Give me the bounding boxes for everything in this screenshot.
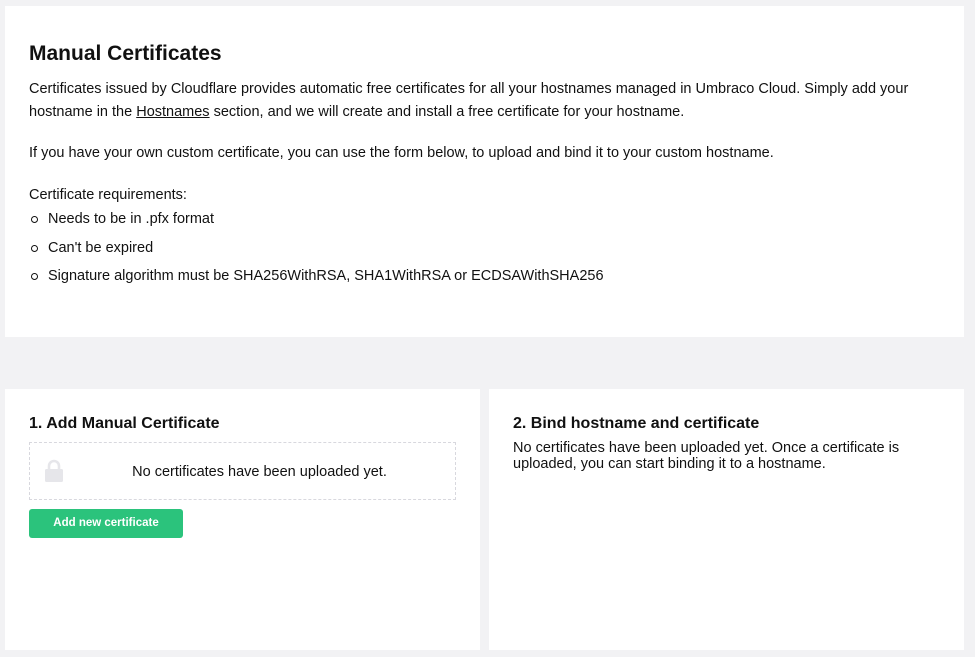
page-title: Manual Certificates <box>29 42 222 65</box>
add-new-certificate-button[interactable]: Add new certificate <box>29 509 183 538</box>
intro-text-end: section, and we will create and install … <box>209 104 685 120</box>
requirements-list: Needs to be in .pfx format Can't be expi… <box>29 209 940 286</box>
requirement-item: Signature algorithm must be SHA256WithRS… <box>29 266 940 286</box>
bullet-icon <box>31 244 38 252</box>
requirement-text: Needs to be in .pfx format <box>48 211 215 227</box>
requirement-text: Signature algorithm must be SHA256WithRS… <box>48 268 604 284</box>
requirement-item: Can't be expired <box>29 238 940 258</box>
requirement-item: Needs to be in .pfx format <box>29 209 940 229</box>
intro-text: Certificates issued by Cloudflare provid… <box>29 78 940 124</box>
bullet-icon <box>31 273 38 280</box>
requirement-text: Can't be expired <box>48 239 154 256</box>
custom-certificate-text: If you have your own custom certificate,… <box>29 145 774 161</box>
hostnames-link[interactable]: Hostnames <box>136 104 209 120</box>
empty-state-text: No certificates have been uploaded yet. <box>132 464 387 480</box>
bind-hostname-title: 2. Bind hostname and certificate <box>513 415 760 432</box>
bullet-icon <box>31 216 38 223</box>
add-certificate-panel: 1. Add Manual Certificate No certificate… <box>5 389 480 650</box>
bind-hostname-text: No certificates have been uploaded yet. … <box>513 440 900 472</box>
manual-certificates-panel: Manual Certificates Certificates issued … <box>5 6 964 337</box>
requirements-title: Certificate requirements: <box>29 187 187 203</box>
add-certificate-title: 1. Add Manual Certificate <box>29 415 220 432</box>
certificates-empty-state: No certificates have been uploaded yet. <box>29 442 456 500</box>
bind-hostname-panel: 2. Bind hostname and certificate No cert… <box>489 389 964 650</box>
